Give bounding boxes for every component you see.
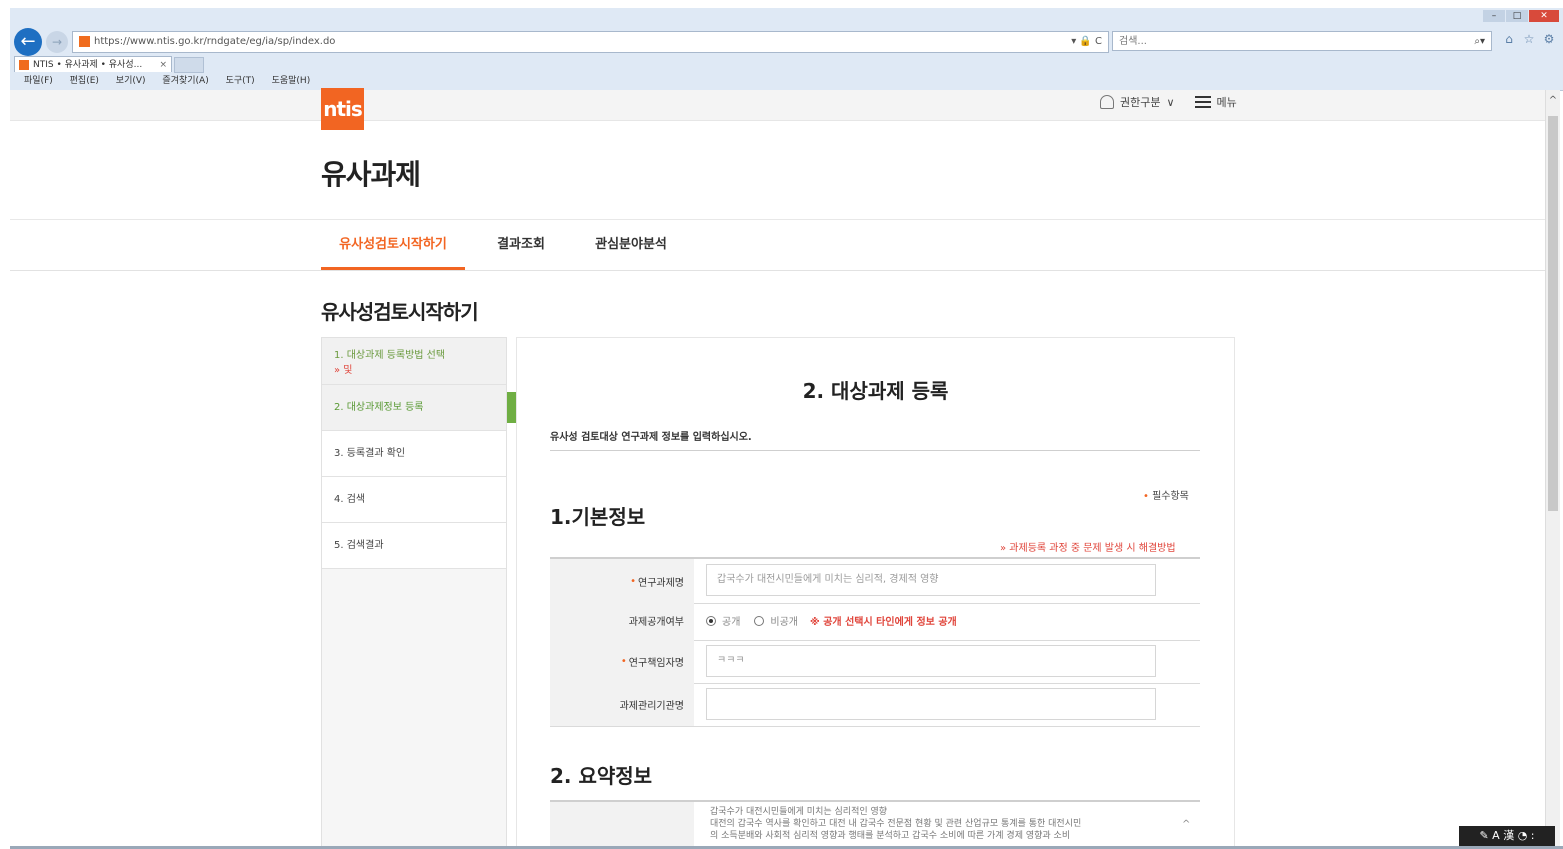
troubleshoot-link[interactable]: » 과제등록 과정 중 문제 발생 시 해결방법 — [1000, 539, 1176, 554]
tab-title: NTIS • 유사과제 • 유사성... — [33, 60, 143, 70]
minimize-button[interactable]: – — [1483, 10, 1505, 22]
disclosure-note: ※ 공개 선택시 타인에게 정보 공개 — [810, 617, 957, 628]
summary-line: 대전의 갑국수 역사를 확인하고 대전 내 갑국수 전문점 현황 및 관련 산업… — [710, 819, 1082, 829]
scroll-thumb[interactable] — [1548, 116, 1558, 511]
summary-label-cell — [550, 802, 694, 849]
project-name-input[interactable]: 갑국수가 대전시민들에게 미치는 심리적, 경제적 영향 — [706, 564, 1156, 596]
summary-line: 갑국수가 대전시민들에게 미치는 심리적인 영향 — [710, 807, 888, 817]
arrow-right-icon: → — [51, 35, 63, 49]
menu-view[interactable]: 보기(V) — [116, 76, 146, 86]
panel-title: 2. 대상과제 등록 — [802, 379, 949, 403]
address-tools[interactable]: ▾ 🔒 C — [1071, 32, 1102, 52]
url-text: https://www.ntis.go.kr/rndgate/eg/ia/sp/… — [94, 36, 336, 47]
search-icon[interactable]: ⌕▾ — [1474, 32, 1485, 52]
step-item-5[interactable]: 5. 검색결과 — [322, 523, 506, 569]
radio-private[interactable] — [754, 615, 765, 626]
required-note-text: 필수항목 — [1152, 491, 1189, 502]
ntis-logo[interactable]: ntis — [321, 88, 364, 130]
step-item-3[interactable]: 3. 등록결과 확인 — [322, 431, 506, 477]
address-row: ← → https://www.ntis.go.kr/rndgate/eg/ia… — [10, 28, 1563, 56]
arrow-left-icon: ← — [20, 31, 36, 52]
header-utilities: 권한구분 ∨ 메뉴 — [1100, 94, 1237, 110]
menu-favorites[interactable]: 즐겨찾기(A) — [162, 76, 208, 86]
window-controls: – □ ✕ — [1483, 10, 1559, 24]
user-menu-label[interactable]: 권한구분 — [1120, 94, 1160, 110]
tab-results[interactable]: 결과조회 — [485, 226, 557, 270]
summary-line: 의 소득분배와 사회적 심리적 영향과 행태를 분석하고 갑국수 소비에 따른 … — [710, 831, 1071, 841]
basic-info-title: 1.기본정보 — [550, 505, 646, 529]
browser-tab[interactable]: NTIS • 유사과제 • 유사성... × — [14, 56, 172, 72]
field-label: 과제공개여부 — [550, 601, 694, 640]
active-step-indicator — [507, 392, 516, 423]
field-label: • 연구책임자명 — [550, 640, 694, 683]
disclosure-radio-group: 공개 비공개 ※ 공개 선택시 타인에게 정보 공개 — [706, 601, 957, 640]
address-bar[interactable]: https://www.ntis.go.kr/rndgate/eg/ia/sp/… — [72, 31, 1109, 53]
menu-label[interactable]: 메뉴 — [1217, 94, 1237, 110]
section-title: 유사성검토시작하기 — [321, 300, 479, 324]
radio-public-label[interactable]: 공개 — [722, 613, 740, 628]
form-row: 과제관리기관명 — [550, 683, 1200, 727]
tab-favicon-icon — [19, 60, 29, 70]
user-icon — [1100, 95, 1114, 109]
site-header — [10, 90, 1545, 121]
field-label: • 연구과제명 — [550, 559, 694, 603]
page-title: 유사과제 — [321, 158, 421, 191]
required-note: • 필수항목 — [1143, 487, 1189, 502]
required-dot-icon: • — [630, 575, 636, 587]
steps-sidebar: 1. 대상과제 등록방법 선택 » 및 2. 대상과제정보 등록 3. 등록결과… — [321, 337, 507, 849]
divider — [10, 219, 1545, 220]
site-favicon-icon — [79, 35, 90, 47]
step-label: 1. 대상과제 등록방법 선택 — [334, 350, 446, 361]
radio-public[interactable] — [706, 615, 716, 626]
scroll-up-icon[interactable]: ^ — [1546, 94, 1560, 108]
required-dot-icon: • — [620, 656, 627, 667]
researcher-name-input[interactable]: ㅋㅋㅋ — [706, 645, 1156, 677]
menu-file[interactable]: 파일(F) — [24, 76, 53, 86]
close-window-button[interactable]: ✕ — [1529, 10, 1559, 22]
step-item-2[interactable]: 2. 대상과제정보 등록 — [322, 385, 506, 431]
chevron-down-icon[interactable]: ∨ — [1166, 96, 1174, 109]
form-row: • 연구책임자명 ㅋㅋㅋ — [550, 640, 1200, 684]
field-label-text: 연구책임자명 — [628, 658, 684, 669]
menu-edit[interactable]: 편집(E) — [70, 76, 99, 86]
hamburger-menu-icon[interactable] — [1194, 96, 1211, 108]
form-row: 과제공개여부 공개 비공개 ※ 공개 선택시 타인에게 정보 공개 — [550, 601, 1200, 641]
menu-help[interactable]: 도움말(H) — [272, 76, 311, 86]
chevron-up-icon[interactable]: ^ — [1182, 819, 1190, 830]
menu-tools[interactable]: 도구(T) — [226, 76, 255, 86]
step-item-1[interactable]: 1. 대상과제 등록방법 선택 » 및 — [322, 338, 506, 385]
maximize-button[interactable]: □ — [1506, 10, 1528, 22]
intro-text: 유사성 검토대상 연구과제 정보를 입력하십시오. — [550, 432, 752, 443]
favorites-star-icon[interactable]: ☆ — [1522, 32, 1536, 46]
ime-toolbar[interactable]: ✎ A 漢 ◔ : — [1459, 826, 1555, 846]
agency-name-input[interactable] — [706, 688, 1156, 720]
form-row: • 연구과제명 갑국수가 대전시민들에게 미치는 심리적, 경제적 영향 — [550, 557, 1200, 604]
radio-private-label[interactable]: 비공개 — [770, 613, 798, 628]
tab-close-icon[interactable]: × — [159, 57, 167, 73]
new-tab-button[interactable] — [174, 57, 204, 73]
tab-row: NTIS • 유사과제 • 유사성... × — [10, 56, 1563, 73]
step-sub-label: » 및 — [334, 365, 353, 376]
page-scrollbar[interactable]: ^ — [1545, 90, 1560, 846]
forward-button[interactable]: → — [46, 31, 68, 53]
back-button[interactable]: ← — [14, 28, 42, 56]
search-placeholder: 검색... — [1119, 36, 1147, 47]
field-label: 과제관리기관명 — [550, 683, 694, 726]
tab-similarity-start[interactable]: 유사성검토시작하기 — [321, 226, 465, 270]
summary-title: 2. 요약정보 — [550, 764, 653, 788]
settings-gear-icon[interactable]: ⚙ — [1542, 32, 1556, 46]
tab-interest-analysis[interactable]: 관심분야분석 — [581, 226, 681, 270]
home-icon[interactable]: ⌂ — [1502, 32, 1516, 46]
step-item-4[interactable]: 4. 검색 — [322, 477, 506, 523]
browser-menu-bar: 파일(F) 편집(E) 보기(V) 즐겨찾기(A) 도구(T) 도움말(H) — [10, 74, 1563, 88]
required-dot-icon: • — [1143, 491, 1153, 502]
field-label-text: 연구과제명 — [638, 577, 684, 589]
browser-chrome: – □ ✕ ← → https://www.ntis.go.kr/rndgate… — [10, 8, 1563, 91]
summary-textarea[interactable]: 갑국수가 대전시민들에게 미치는 심리적인 영향 대전의 갑국수 역사를 확인하… — [706, 806, 1198, 849]
divider — [550, 450, 1200, 451]
divider — [10, 270, 1545, 271]
browser-search-input[interactable]: 검색... ⌕▾ — [1112, 31, 1492, 51]
